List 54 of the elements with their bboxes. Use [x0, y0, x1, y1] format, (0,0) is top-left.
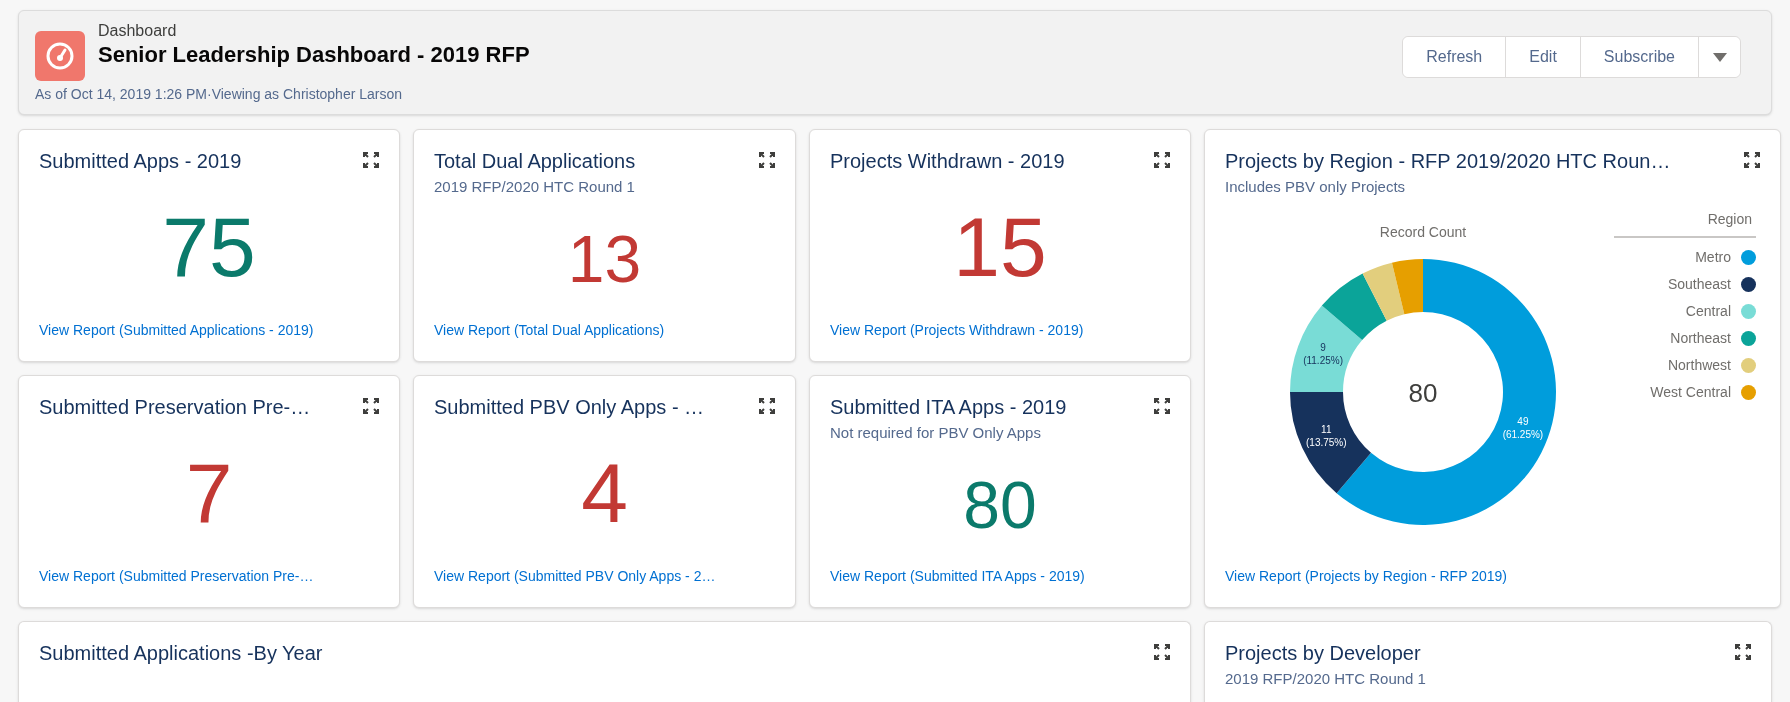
metric-value: 7: [185, 451, 233, 535]
expand-icon[interactable]: [1154, 398, 1170, 414]
chart-title: Record Count: [1379, 223, 1467, 240]
expand-icon[interactable]: [363, 152, 379, 168]
card-title: Submitted Applications -By Year: [39, 641, 323, 666]
legend-label: Northeast: [1670, 328, 1731, 348]
legend-label: West Central: [1650, 382, 1731, 402]
dropdown-button[interactable]: [1698, 37, 1740, 77]
expand-icon[interactable]: [759, 152, 775, 168]
donut-total: 80: [1408, 377, 1438, 408]
slice-label: 9 (11.25%): [1303, 341, 1343, 366]
object-type-label: Dashboard: [98, 21, 178, 41]
slice-label: 11 (13.75%): [1306, 423, 1347, 448]
card-title: Projects by Developer: [1225, 641, 1421, 666]
expand-icon[interactable]: [1154, 644, 1170, 660]
expand-icon[interactable]: [1154, 152, 1170, 168]
dashboard-title: Senior Leadership Dashboard - 2019 RFP: [98, 41, 530, 69]
legend-label: Northwest: [1667, 355, 1731, 375]
metric-value: 13: [567, 226, 642, 293]
report-link[interactable]: View Report (Total Dual Applications): [434, 320, 775, 341]
dashboard-timestamp: As of Oct 14, 2019 1:26 PM·Viewing as Christopher Larson: [35, 85, 404, 104]
report-link[interactable]: View Report (Submitted PBV Only Apps - 2…: [434, 566, 775, 587]
report-link[interactable]: View Report (Projects by Region - RFP 2019): [1225, 566, 1760, 587]
card-title: Projects by Region - RFP 2019/2020 HTC Roun…: [1225, 149, 1671, 174]
donut-slice[interactable]: [1290, 391, 1372, 493]
card-subtitle: Includes PBV only Projects: [1225, 177, 1407, 197]
card-subtitle: 2019 RFP/2020 HTC Round 1: [1225, 669, 1427, 689]
card-title: Submitted PBV Only Apps - …: [434, 395, 705, 420]
legend-title: Region: [1707, 209, 1753, 229]
report-link[interactable]: View Report (Submitted Applications - 2019): [39, 320, 379, 341]
expand-icon[interactable]: [363, 398, 379, 414]
metric-value: 75: [162, 205, 256, 289]
metric-value: 15: [953, 205, 1047, 289]
expand-icon[interactable]: [759, 398, 775, 414]
metric-value: 4: [581, 451, 628, 535]
card-title: Projects Withdrawn - 2019: [830, 149, 1065, 174]
expand-icon[interactable]: [1744, 152, 1760, 168]
card-subtitle: 2019 RFP/2020 HTC Round 1: [434, 177, 636, 197]
card-title: Submitted ITA Apps - 2019: [830, 395, 1067, 420]
legend-label: Metro: [1695, 247, 1731, 267]
dashboard-icon: [35, 31, 85, 81]
expand-icon[interactable]: [1735, 644, 1751, 660]
card-subtitle: Not required for PBV Only Apps: [830, 423, 1042, 443]
legend-label: Central: [1685, 301, 1731, 321]
report-link[interactable]: View Report (Submitted ITA Apps - 2019): [830, 566, 1170, 587]
report-link[interactable]: View Report (Projects Withdrawn - 2019): [830, 320, 1170, 341]
legend-label: Southeast: [1667, 274, 1731, 294]
metric-value: 80: [963, 472, 1037, 539]
card-title: Total Dual Applications: [434, 149, 636, 174]
slice-label: 49 (61.25%): [1502, 415, 1544, 440]
card-title: Submitted Preservation Pre-…: [39, 395, 311, 420]
card-title: Submitted Apps - 2019: [39, 149, 242, 174]
report-link[interactable]: View Report (Submitted Preservation Pre-…: [39, 566, 379, 587]
caret-icon: [1712, 52, 1727, 62]
